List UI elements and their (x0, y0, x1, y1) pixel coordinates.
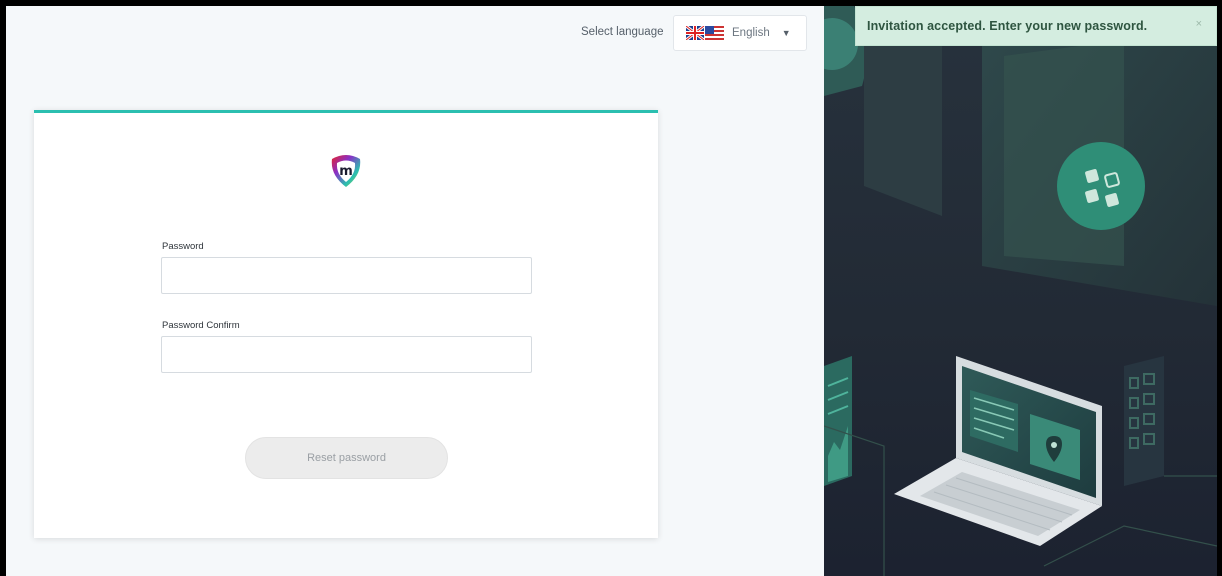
uk-us-flag-icon (686, 26, 724, 40)
brand-logo-icon: m (331, 155, 361, 187)
password-label: Password (162, 241, 204, 252)
login-pane: Select language English ▼ m Password Pas… (6, 6, 824, 576)
close-icon[interactable]: × (1196, 18, 1202, 30)
language-selected: English (732, 27, 770, 39)
language-label: Select language (581, 26, 664, 38)
hero-illustration (824, 6, 1217, 576)
password-input[interactable] (161, 257, 532, 294)
success-toast: Invitation accepted. Enter your new pass… (855, 6, 1217, 46)
logo-letter: m (339, 164, 353, 179)
language-select[interactable]: English ▼ (673, 15, 807, 51)
password-confirm-label: Password Confirm (162, 320, 240, 331)
isometric-devices-illustration (824, 6, 1217, 576)
reset-password-button[interactable]: Reset password (245, 437, 448, 479)
chevron-down-icon: ▼ (781, 28, 791, 38)
toast-message: Invitation accepted. Enter your new pass… (867, 19, 1148, 33)
password-confirm-input[interactable] (161, 336, 532, 373)
reset-password-card: m Password Password Confirm Reset passwo… (34, 110, 658, 538)
